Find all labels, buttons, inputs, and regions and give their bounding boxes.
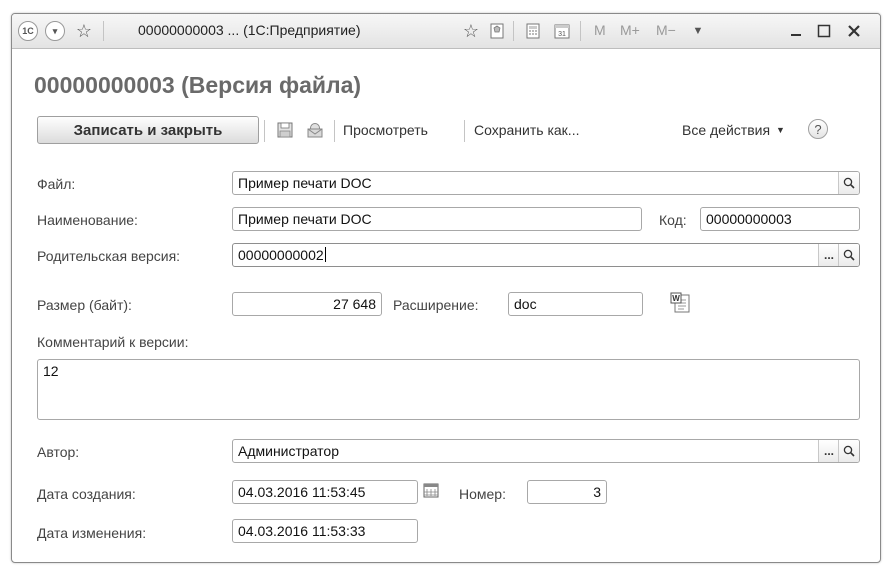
envelope-icon[interactable] bbox=[305, 120, 325, 140]
number-label: Номер: bbox=[459, 486, 506, 502]
extension-label: Расширение: bbox=[393, 297, 479, 313]
toolbar-separator bbox=[334, 120, 335, 142]
comment-value: 12 bbox=[43, 363, 59, 379]
title-separator bbox=[513, 21, 514, 41]
ellipsis-icon[interactable]: ... bbox=[818, 244, 839, 266]
memory-plus-button[interactable]: M+ bbox=[620, 22, 640, 38]
title-bar: 1С ▾ ☆ 00000000003 ... (1С:Предприятие) … bbox=[12, 14, 880, 49]
name-value: Пример печати DOC bbox=[238, 211, 372, 227]
parent-version-field[interactable]: 00000000002 ... bbox=[232, 243, 860, 267]
magnifier-icon[interactable] bbox=[838, 172, 859, 194]
star-icon[interactable]: ☆ bbox=[74, 21, 94, 41]
author-label: Автор: bbox=[37, 444, 80, 460]
svg-text:W: W bbox=[672, 294, 680, 303]
modified-date-value: 04.03.2016 11:53:33 bbox=[238, 523, 366, 539]
author-field[interactable]: Администратор ... bbox=[232, 439, 860, 463]
title-separator bbox=[103, 21, 104, 41]
page-title: 00000000003 (Версия файла) bbox=[34, 72, 362, 98]
modified-date-label: Дата изменения: bbox=[37, 525, 147, 541]
created-date-value: 04.03.2016 11:53:45 bbox=[238, 484, 366, 500]
svg-text:31: 31 bbox=[558, 31, 566, 38]
save-and-close-button[interactable]: Записать и закрыть bbox=[37, 116, 259, 144]
parent-version-value: 00000000002 bbox=[238, 247, 324, 263]
name-field[interactable]: Пример печати DOC bbox=[232, 207, 642, 231]
all-actions-menu[interactable]: Все действия ▼ bbox=[682, 122, 785, 138]
dropdown-circle-icon[interactable]: ▾ bbox=[45, 21, 65, 41]
close-button[interactable] bbox=[841, 18, 867, 44]
calendar-icon[interactable] bbox=[423, 482, 439, 498]
memory-minus-button[interactable]: M− bbox=[656, 22, 676, 38]
file-field[interactable]: Пример печати DOC bbox=[232, 171, 860, 195]
toolbar-separator bbox=[464, 120, 465, 142]
modified-date-field: 04.03.2016 11:53:33 bbox=[232, 519, 418, 543]
text-cursor bbox=[324, 247, 326, 262]
created-date-label: Дата создания: bbox=[37, 486, 136, 502]
code-label: Код: bbox=[659, 212, 687, 228]
word-document-icon[interactable]: W bbox=[670, 292, 692, 314]
extension-value: doc bbox=[514, 296, 537, 312]
save-as-button[interactable]: Сохранить как... bbox=[474, 122, 579, 138]
window-title: 00000000003 ... (1С:Предприятие) bbox=[138, 22, 361, 38]
file-label: Файл: bbox=[37, 176, 76, 192]
number-value: 3 bbox=[593, 484, 601, 500]
created-date-field[interactable]: 04.03.2016 11:53:45 bbox=[232, 480, 418, 504]
toolbar-separator bbox=[264, 120, 265, 142]
size-label: Размер (байт): bbox=[37, 297, 132, 313]
magnifier-icon[interactable] bbox=[838, 440, 859, 462]
bookmark-icon[interactable] bbox=[487, 21, 507, 41]
chevron-down-icon[interactable]: ▼ bbox=[688, 21, 708, 41]
magnifier-icon[interactable] bbox=[838, 244, 859, 266]
comment-label: Комментарий к версии: bbox=[37, 334, 189, 350]
code-value: 00000000003 bbox=[706, 211, 792, 227]
calendar-icon[interactable]: 31 bbox=[552, 21, 572, 41]
maximize-button[interactable] bbox=[811, 18, 837, 44]
help-icon[interactable]: ? bbox=[808, 119, 828, 139]
chevron-down-icon: ▼ bbox=[775, 125, 785, 135]
floppy-disk-icon[interactable] bbox=[275, 120, 295, 140]
code-field[interactable]: 00000000003 bbox=[700, 207, 860, 231]
1c-logo-icon[interactable]: 1С bbox=[18, 21, 38, 41]
calculator-icon[interactable] bbox=[523, 21, 543, 41]
memory-m-button[interactable]: M bbox=[594, 22, 606, 38]
size-field: 27 648 bbox=[232, 292, 382, 316]
ellipsis-icon[interactable]: ... bbox=[818, 440, 839, 462]
name-label: Наименование: bbox=[37, 212, 138, 228]
size-value: 27 648 bbox=[333, 296, 376, 312]
file-value: Пример печати DOC bbox=[238, 175, 372, 191]
all-actions-label: Все действия bbox=[682, 122, 771, 138]
extension-field[interactable]: doc bbox=[508, 292, 643, 316]
comment-textarea[interactable]: 12 bbox=[37, 359, 860, 420]
minimize-button[interactable] bbox=[783, 18, 809, 44]
star-add-icon[interactable]: ☆ bbox=[461, 21, 481, 41]
number-field[interactable]: 3 bbox=[527, 480, 607, 504]
author-value: Администратор bbox=[238, 443, 340, 459]
title-separator bbox=[580, 21, 581, 41]
form-window: 1С ▾ ☆ 00000000003 ... (1С:Предприятие) … bbox=[11, 13, 881, 563]
parent-version-label: Родительская версия: bbox=[37, 248, 181, 264]
view-button[interactable]: Просмотреть bbox=[343, 122, 428, 138]
